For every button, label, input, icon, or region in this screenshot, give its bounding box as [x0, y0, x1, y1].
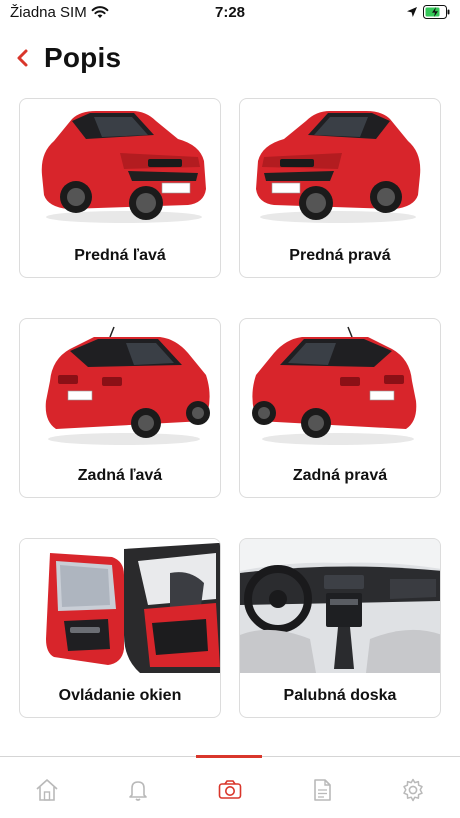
document-icon[interactable] — [309, 777, 335, 803]
car-rear-right-icon — [252, 326, 417, 445]
card-label: Zadná ľavá — [77, 467, 163, 484]
back-chevron-icon[interactable] — [12, 44, 34, 72]
car-door-open-icon — [20, 539, 220, 673]
bell-icon[interactable] — [125, 777, 151, 803]
card-rear-left[interactable]: Zadná ľavá — [19, 318, 221, 498]
card-front-left[interactable]: Predná ľavá — [19, 98, 221, 278]
tab-bar — [0, 755, 460, 818]
card-rear-right[interactable]: Zadná pravá — [239, 318, 441, 498]
clock: 7:28 — [214, 4, 246, 21]
home-icon[interactable] — [34, 777, 60, 803]
card-label: Predná ľavá — [74, 247, 166, 264]
card-label: Ovládanie okien — [58, 687, 182, 704]
car-dashboard-icon — [240, 539, 440, 673]
gear-icon[interactable] — [400, 777, 426, 803]
header: Popis — [0, 36, 460, 82]
car-rear-left-icon — [45, 326, 210, 445]
battery-charging-icon — [423, 5, 450, 19]
car-front-left-icon — [41, 111, 206, 223]
card-label: Zadná pravá — [292, 467, 388, 484]
card-front-right[interactable]: Predná pravá — [239, 98, 441, 278]
active-tab-indicator — [196, 755, 262, 758]
card-label: Predná pravá — [289, 247, 391, 264]
page-title: Popis — [44, 42, 122, 73]
camera-icon[interactable] — [217, 777, 243, 803]
card-dashboard[interactable]: Palubná doska — [239, 538, 441, 718]
status-bar: Žiadna SIM 7:28 — [0, 0, 460, 26]
card-window-controls[interactable]: Ovládanie okien — [19, 538, 221, 718]
card-label: Palubná doska — [283, 687, 397, 704]
location-arrow-icon — [407, 7, 417, 17]
car-front-right-icon — [256, 111, 421, 223]
